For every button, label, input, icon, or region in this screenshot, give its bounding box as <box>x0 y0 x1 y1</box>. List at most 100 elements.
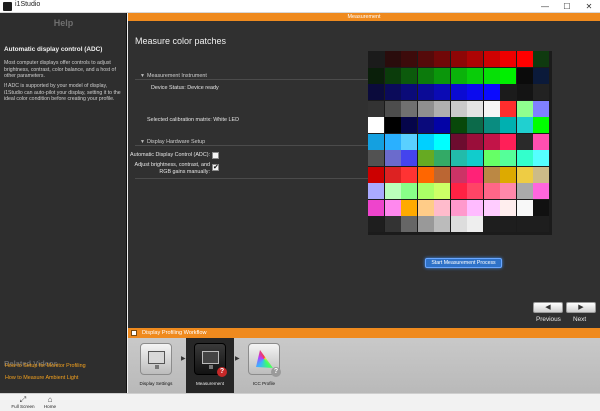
next-label[interactable]: Next <box>573 316 586 323</box>
next-button[interactable]: ▶ <box>566 302 596 313</box>
start-measurement-button[interactable]: Start Measurement Process <box>425 258 502 268</box>
color-patch <box>384 133 401 150</box>
app-icon <box>3 2 12 11</box>
color-patch <box>417 216 434 232</box>
color-patch <box>368 84 384 100</box>
color-patch-grid <box>368 51 552 235</box>
color-patch <box>384 117 401 133</box>
step-label: Measurement <box>195 381 225 386</box>
color-patch <box>368 183 384 199</box>
bottom-toolbar: ⤢ Full Screen ⌂ Home <box>0 393 600 411</box>
manual-adjust-checkbox[interactable] <box>212 163 219 171</box>
color-patch <box>450 51 467 67</box>
color-patch <box>384 199 401 216</box>
workflow-step-measurement[interactable]: ? Measurement <box>186 338 234 393</box>
divider <box>135 145 384 146</box>
color-patch <box>467 100 483 117</box>
color-patch <box>516 100 533 117</box>
color-patch <box>434 84 450 100</box>
color-patch <box>533 100 549 117</box>
color-patch <box>417 100 434 117</box>
color-patch <box>483 183 500 199</box>
color-patch <box>434 133 450 150</box>
color-patch <box>467 133 483 150</box>
color-patch <box>384 84 401 100</box>
color-patch <box>417 150 434 166</box>
color-patch <box>516 150 533 166</box>
step-thumbnail: ? <box>194 343 227 377</box>
color-patch <box>368 51 384 67</box>
color-patch <box>450 166 467 183</box>
full-screen-button[interactable]: ⤢ Full Screen <box>9 395 37 411</box>
workflow-step-icc-profile[interactable]: ? ICC Profile <box>240 338 288 393</box>
color-patch <box>467 166 483 183</box>
color-patch <box>384 51 401 67</box>
minimize-button[interactable]: — <box>534 0 556 13</box>
color-patch <box>417 166 434 183</box>
color-patch <box>500 51 516 67</box>
close-button[interactable]: ✕ <box>578 0 600 13</box>
color-patch <box>483 100 500 117</box>
color-patch <box>401 117 417 133</box>
maximize-button[interactable]: ☐ <box>556 0 578 13</box>
calibration-matrix: Selected calibration matrix: White LED <box>147 117 239 123</box>
help-paragraph-1: Most computer displays offer controls to… <box>4 60 116 80</box>
color-patch <box>516 117 533 133</box>
color-patch <box>401 150 417 166</box>
workflow-step-display-settings[interactable]: Display Settings <box>132 338 180 393</box>
color-patch <box>516 166 533 183</box>
previous-button[interactable]: ◀ <box>533 302 563 313</box>
color-patch <box>368 100 384 117</box>
color-patch <box>417 183 434 199</box>
workflow-icon <box>131 330 137 336</box>
collapse-triangle-icon: ▼ <box>140 139 145 145</box>
color-patch <box>467 117 483 133</box>
color-patch <box>533 117 549 133</box>
color-patch <box>533 166 549 183</box>
color-patch <box>516 183 533 199</box>
color-patch <box>401 216 417 232</box>
color-patch <box>483 133 500 150</box>
previous-label[interactable]: Previous <box>536 316 561 323</box>
color-patch <box>434 183 450 199</box>
color-patch <box>401 183 417 199</box>
color-patch <box>401 166 417 183</box>
device-status-value: Device ready <box>187 85 219 91</box>
color-patch <box>368 166 384 183</box>
video-link-monitor-profiling[interactable]: How to Setup for Monitor Profiling <box>5 363 86 369</box>
arrow-left-icon: ◀ <box>545 304 551 311</box>
section-label: Measurement Instrument <box>146 73 207 79</box>
color-patch <box>368 117 384 133</box>
color-patch <box>401 51 417 67</box>
section-display-hardware-setup[interactable]: ▼ Display Hardware Setup <box>140 139 205 145</box>
color-patch <box>434 100 450 117</box>
color-patch <box>500 183 516 199</box>
calibration-matrix-label: Selected calibration matrix: <box>147 117 212 123</box>
color-patch <box>500 84 516 100</box>
color-patch <box>434 51 450 67</box>
section-measurement-instrument[interactable]: ▼ Measurement Instrument <box>140 73 207 79</box>
color-patch <box>434 166 450 183</box>
workflow-title: Display Profiling Workflow <box>142 330 207 336</box>
color-patch <box>401 199 417 216</box>
color-patch <box>417 199 434 216</box>
color-patch <box>500 216 516 232</box>
color-patch <box>483 199 500 216</box>
color-patch <box>384 183 401 199</box>
color-patch <box>417 51 434 67</box>
color-patch <box>483 150 500 166</box>
help-badge-icon: ? <box>217 367 227 377</box>
step-label: Display Settings <box>139 381 173 386</box>
color-patch <box>417 67 434 84</box>
color-patch <box>450 199 467 216</box>
home-label: Home <box>43 404 57 409</box>
color-patch <box>450 216 467 232</box>
calibration-matrix-value: White LED <box>213 117 239 123</box>
color-patch <box>450 150 467 166</box>
collapse-triangle-icon: ▼ <box>140 73 145 79</box>
help-badge-icon: ? <box>271 367 281 377</box>
home-button[interactable]: ⌂ Home <box>36 395 64 411</box>
adc-checkbox[interactable] <box>212 152 219 159</box>
video-link-ambient-light[interactable]: How to Measure Ambient Light <box>5 375 78 381</box>
color-patch <box>467 183 483 199</box>
